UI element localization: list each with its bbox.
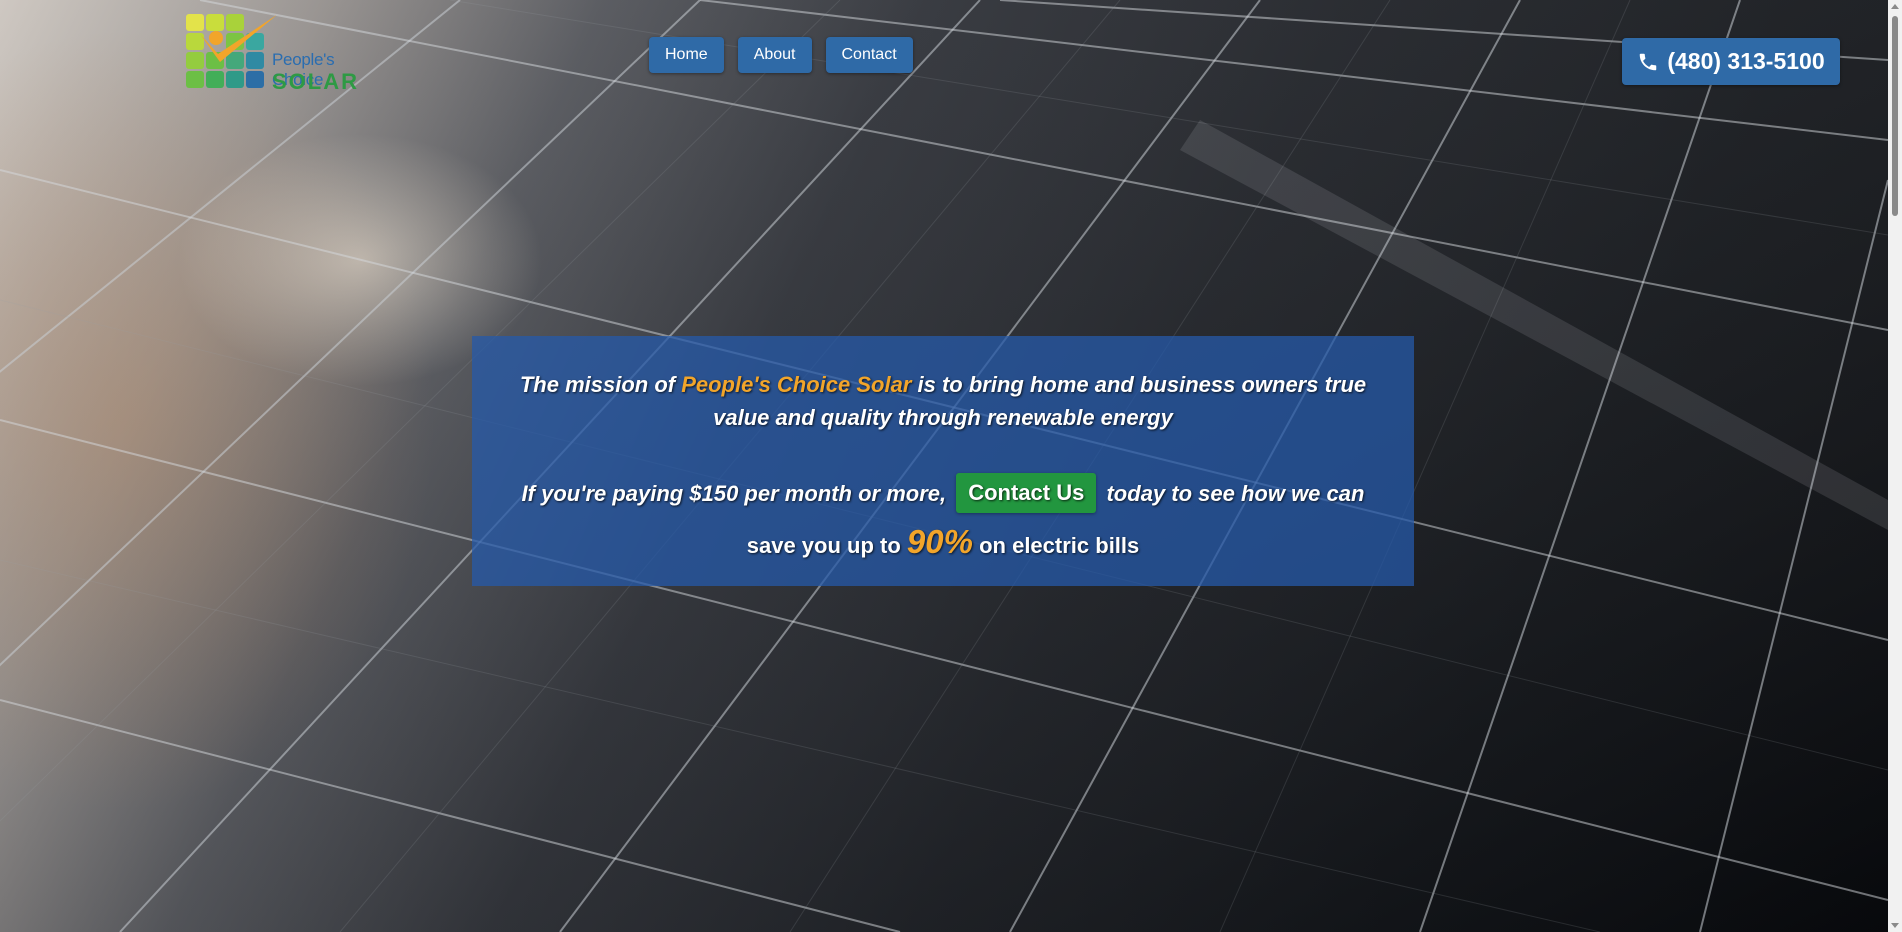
- phone-button[interactable]: (480) 313-5100: [1622, 38, 1840, 85]
- mission-prefix: The mission of: [519, 372, 682, 397]
- mission-panel: The mission of People's Choice Solar is …: [472, 336, 1414, 586]
- nav-about-button[interactable]: About: [737, 37, 812, 73]
- cta-suffix: today to see how we can: [1106, 481, 1365, 506]
- brand-name-line2: SOLAR: [272, 69, 359, 94]
- phone-icon: [1640, 53, 1657, 70]
- nav-contact-button[interactable]: Contact: [825, 37, 913, 73]
- nav-home-button[interactable]: Home: [649, 37, 724, 73]
- mission-brand-highlight: People's Choice Solar: [681, 372, 912, 397]
- contact-us-button[interactable]: Contact Us: [956, 473, 1097, 514]
- scrollbar-thumb[interactable]: [1892, 16, 1898, 216]
- phone-number: (480) 313-5100: [1667, 48, 1825, 74]
- scroll-down-icon[interactable]: [1891, 923, 1899, 928]
- brand-logo[interactable]: People's Choice SOLAR: [186, 14, 386, 94]
- savings-line: save you up to 90% on electric bills: [472, 518, 1414, 570]
- savings-suffix: on electric bills: [979, 533, 1140, 558]
- main-nav: Home About Contact: [649, 37, 913, 73]
- logo-grid-icon: [186, 14, 276, 88]
- mission-statement: The mission of People's Choice Solar is …: [513, 368, 1373, 434]
- cta-prefix: If you're paying $150 per month or more,: [521, 481, 947, 506]
- scroll-up-icon[interactable]: [1891, 4, 1899, 9]
- savings-prefix: save you up to: [746, 533, 901, 558]
- savings-value: 90%: [906, 523, 973, 560]
- cta-line: If you're paying $150 per month or more,…: [472, 470, 1414, 518]
- page-scrollbar[interactable]: [1888, 0, 1902, 932]
